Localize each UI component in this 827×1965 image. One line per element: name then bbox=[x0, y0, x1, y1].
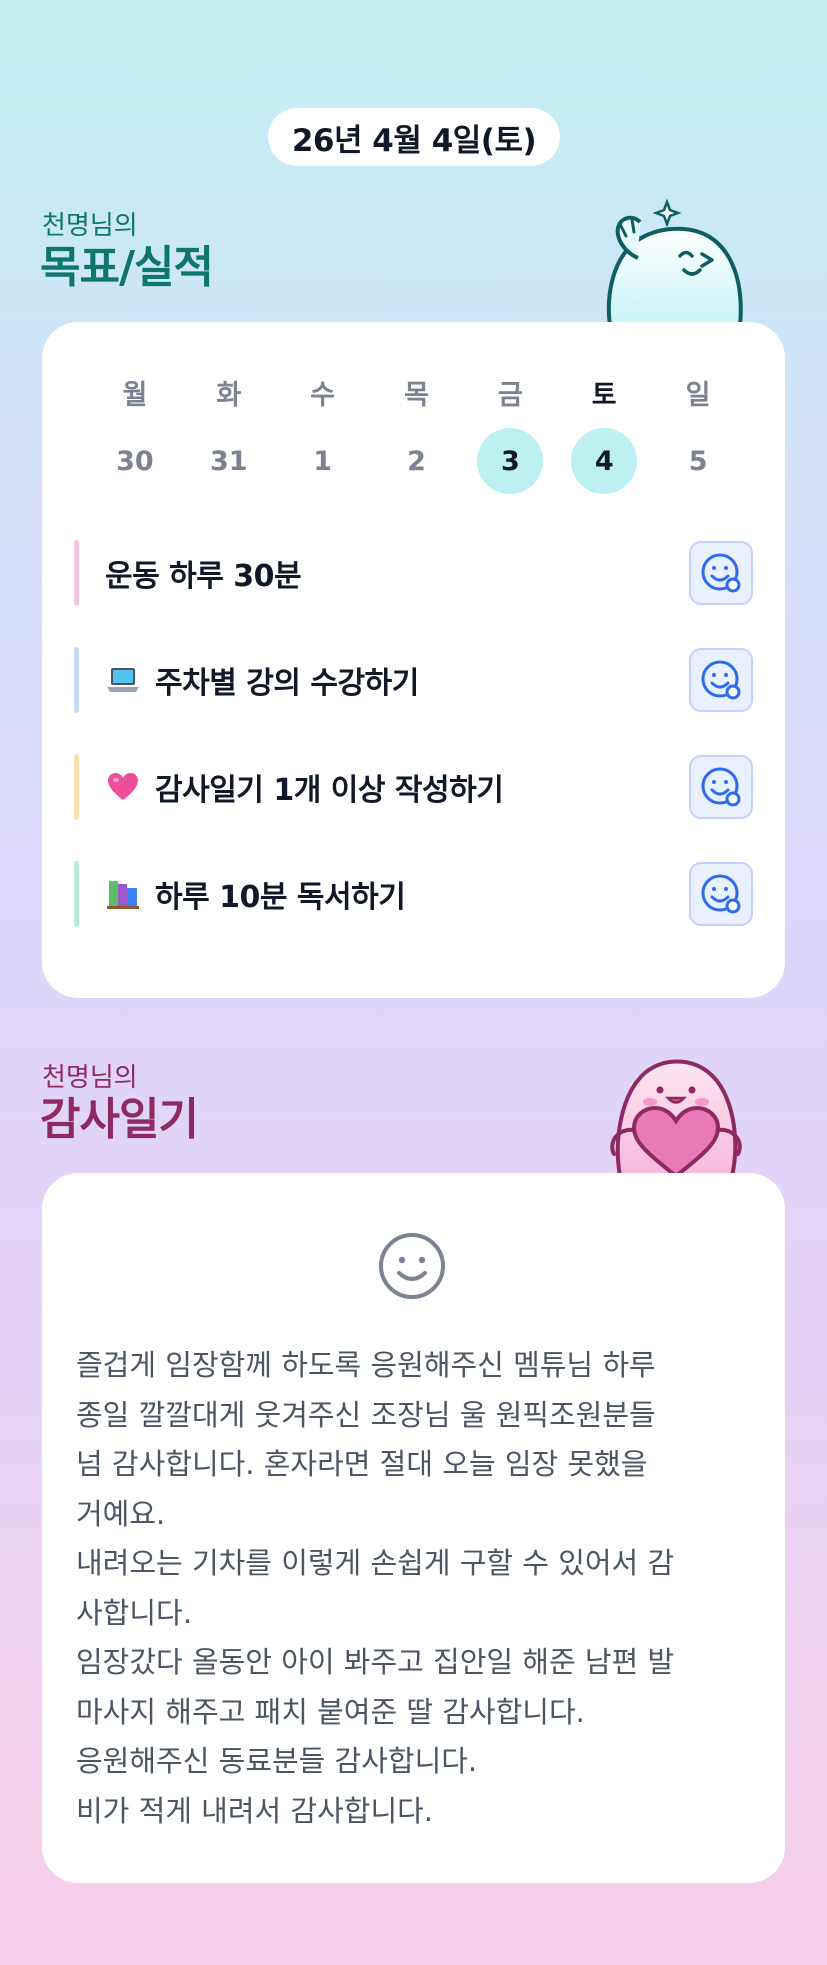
weekday-sun: 일 bbox=[685, 379, 711, 411]
goal-mood-button[interactable] bbox=[689, 755, 753, 819]
weekday-tue: 화 bbox=[216, 379, 242, 411]
date-number: 31 bbox=[210, 445, 248, 477]
date-cell[interactable]: 31 bbox=[182, 428, 276, 494]
date-number: 2 bbox=[407, 445, 426, 477]
date-cell-highlighted[interactable]: 3 bbox=[463, 428, 557, 494]
date-cell[interactable]: 1 bbox=[276, 428, 370, 494]
goal-color-bar bbox=[74, 540, 79, 606]
weekday-sat: 토 bbox=[591, 379, 617, 411]
goals-card: 월 화 수 목 금 토 일 30 31 1 2 3 4 5 운동 하루 30분 … bbox=[42, 322, 785, 998]
goal-label: 주차별 강의 수강하기 bbox=[155, 666, 419, 701]
goal-label: 하루 10분 독서하기 bbox=[155, 880, 406, 915]
date-cell[interactable]: 5 bbox=[651, 428, 745, 494]
weekday-mon: 월 bbox=[122, 379, 148, 411]
current-date: 26년 4월 4일(토) bbox=[291, 122, 537, 159]
goals-section-title: 목표/실적 bbox=[40, 242, 214, 293]
weekday-fri: 금 bbox=[497, 379, 523, 411]
smile-check-icon bbox=[701, 874, 741, 914]
goal-mood-button[interactable] bbox=[689, 862, 753, 926]
goal-item[interactable]: 운동 하루 30분 bbox=[74, 540, 753, 606]
date-pill[interactable]: 26년 4월 4일(토) bbox=[268, 108, 560, 166]
date-number: 5 bbox=[688, 445, 708, 477]
goal-color-bar bbox=[74, 861, 79, 927]
date-number: 4 bbox=[571, 428, 638, 494]
goal-item[interactable]: 주차별 강의 수강하기 bbox=[74, 647, 753, 713]
weekday-thu: 목 bbox=[404, 379, 429, 411]
week-dates: 30 31 1 2 3 4 5 bbox=[88, 428, 745, 494]
laptop-icon bbox=[105, 664, 141, 696]
goal-item[interactable]: 감사일기 1개 이상 작성하기 bbox=[74, 754, 753, 820]
date-cell[interactable]: 30 bbox=[88, 428, 182, 494]
date-number: 30 bbox=[116, 445, 154, 477]
waving-mascot-icon bbox=[606, 198, 743, 326]
date-cell[interactable]: 2 bbox=[370, 428, 464, 494]
books-icon bbox=[105, 878, 141, 910]
smile-icon[interactable] bbox=[377, 1231, 447, 1301]
goal-label: 감사일기 1개 이상 작성하기 bbox=[155, 773, 504, 808]
goal-mood-button[interactable] bbox=[689, 648, 753, 712]
goal-item[interactable]: 하루 10분 독서하기 bbox=[74, 861, 753, 927]
date-number: 1 bbox=[313, 445, 333, 477]
date-cell-selected[interactable]: 4 bbox=[557, 428, 651, 494]
date-number: 3 bbox=[477, 428, 544, 494]
heart-icon bbox=[105, 771, 141, 803]
goal-color-bar bbox=[74, 754, 79, 820]
weekday-wed: 수 bbox=[310, 379, 336, 411]
gratitude-text: 즐겁게 임장함께 하도록 응원해주신 멤튜님 하루 종일 깔깔대게 웃겨주신 조… bbox=[76, 1348, 675, 1828]
goal-label: 운동 하루 30분 bbox=[105, 559, 302, 594]
gratitude-section-title: 감사일기 bbox=[40, 1094, 199, 1145]
weekday-header: 월 화 수 목 금 토 일 bbox=[88, 370, 745, 414]
gratitude-card: 즐겁게 임장함께 하도록 응원해주신 멤튜님 하루 종일 깔깔대게 웃겨주신 조… bbox=[42, 1173, 785, 1883]
goal-mood-button[interactable] bbox=[689, 541, 753, 605]
smile-check-icon bbox=[701, 553, 741, 593]
heart-mascot-icon bbox=[610, 1059, 742, 1176]
goal-color-bar bbox=[74, 647, 79, 713]
smile-check-icon bbox=[701, 767, 741, 807]
smile-check-icon bbox=[701, 660, 741, 700]
